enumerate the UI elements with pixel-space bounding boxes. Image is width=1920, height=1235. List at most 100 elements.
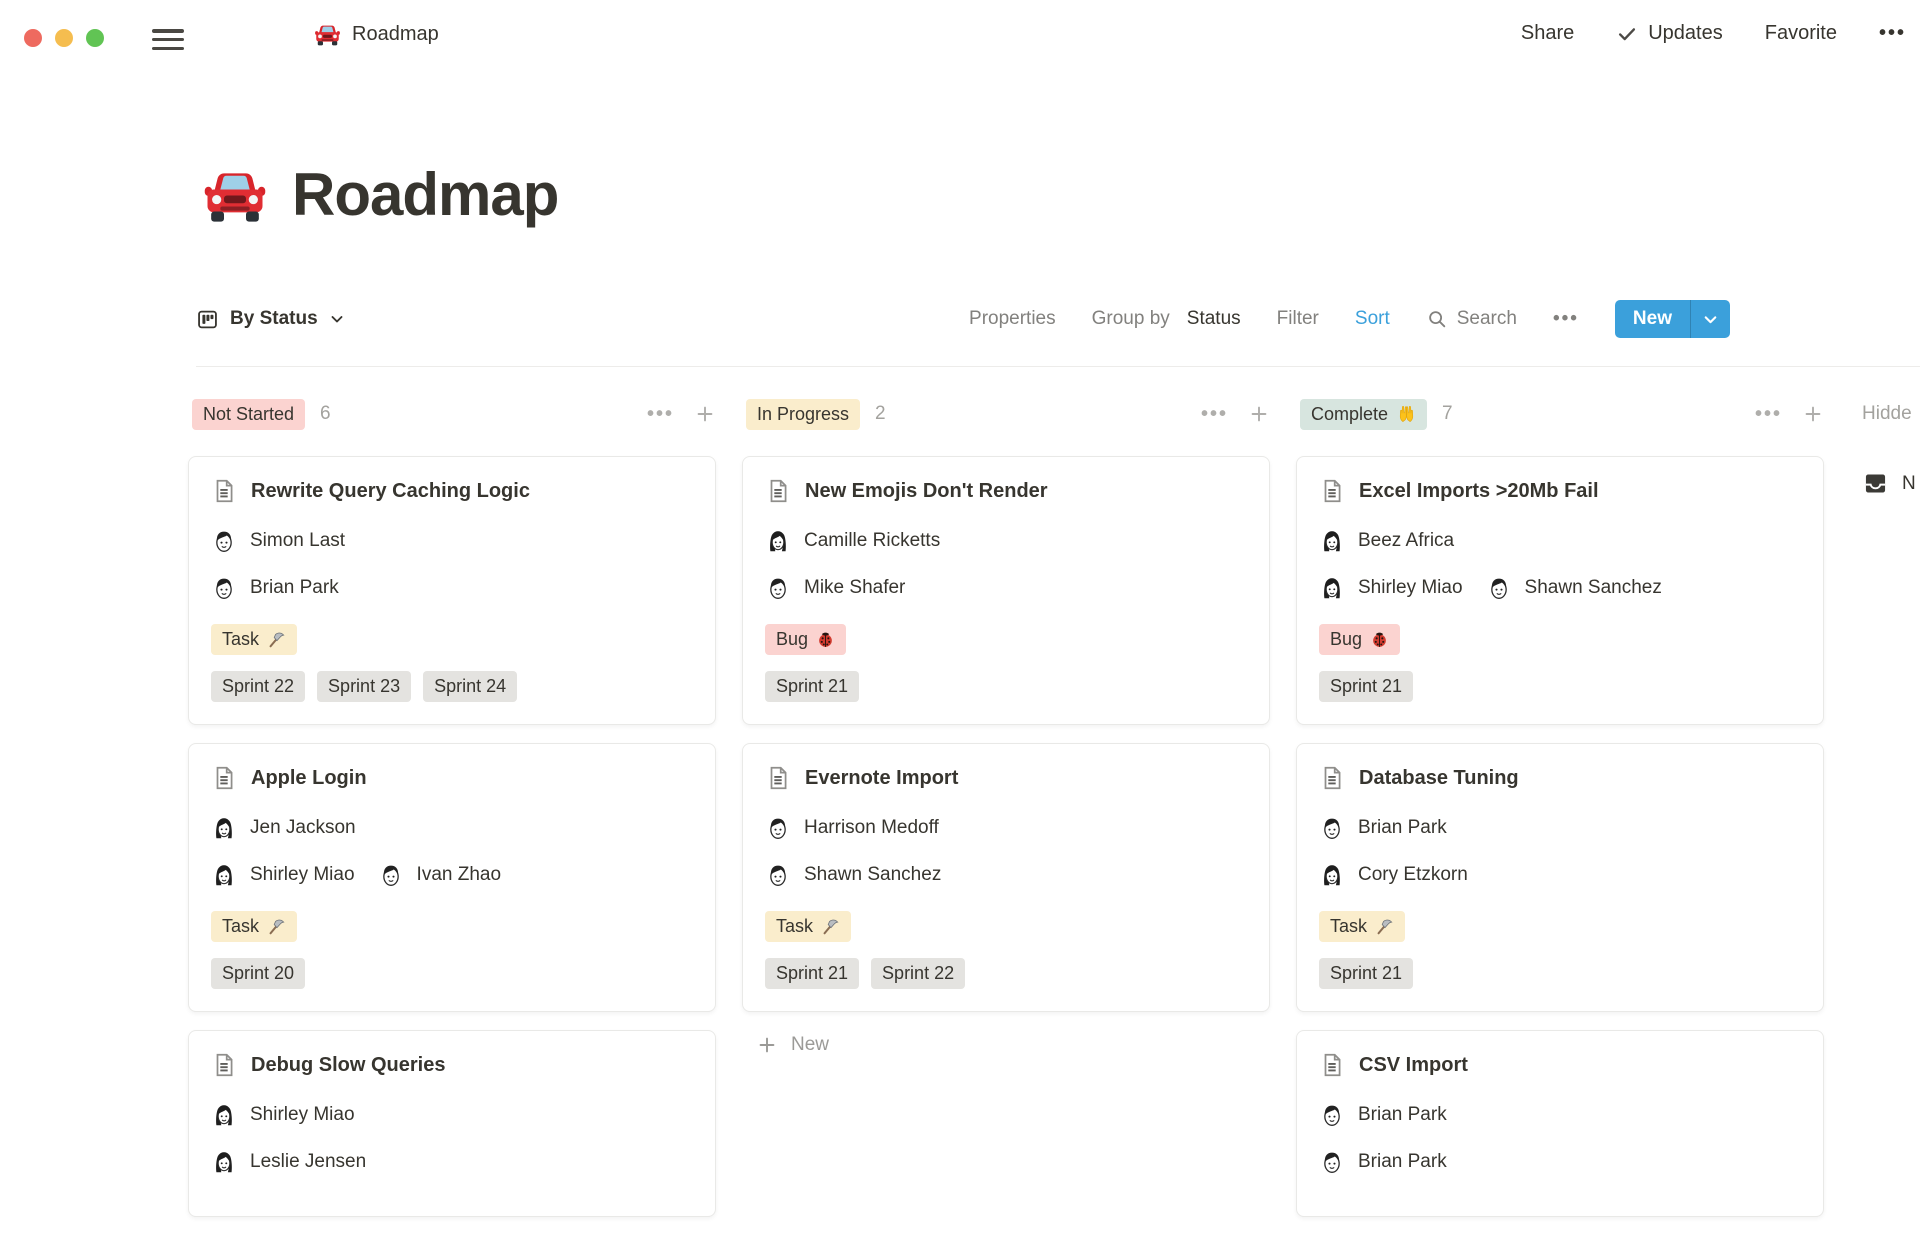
- card-people-row: Camille Ricketts: [765, 526, 1247, 556]
- tag-label: Task: [222, 916, 260, 936]
- view-name: By Status: [230, 308, 318, 329]
- board-card[interactable]: CSV Import Brian Park Brian Park: [1296, 1030, 1824, 1217]
- window-close-button[interactable]: [24, 29, 42, 47]
- sprint-badge: Sprint 20: [211, 958, 306, 989]
- view-switcher[interactable]: By Status: [196, 308, 345, 331]
- column-more-button[interactable]: •••: [1755, 403, 1782, 426]
- back-button[interactable]: path d="M13 4.5 5.5 12l7.5 7.5M6 12h17" …: [211, 24, 238, 48]
- column-add-button[interactable]: [1248, 403, 1270, 425]
- more-options-button[interactable]: •••: [1879, 22, 1906, 45]
- filter-button[interactable]: Filter: [1277, 308, 1319, 330]
- board-card[interactable]: Database Tuning Brian Park Cory Etzkorn Tas…: [1296, 743, 1824, 1012]
- tag-label: Task: [1330, 916, 1368, 936]
- card-people-row: Shirley Miao Ivan Zhao: [211, 860, 693, 890]
- short-hair-avatar-icon: [1319, 1102, 1345, 1128]
- new-button-group: New: [1614, 300, 1730, 338]
- person-name: Shirley Miao: [1358, 577, 1463, 598]
- plus-icon: [756, 1034, 778, 1056]
- sidebar-toggle-button[interactable]: [152, 29, 184, 51]
- group-by-button[interactable]: Group by Status: [1092, 308, 1241, 330]
- ladybug-emoji: [1370, 630, 1389, 649]
- card-title: Apple Login: [251, 766, 367, 789]
- toolbar-controls: Properties Group by Status Filter Sort Se…: [969, 300, 1730, 338]
- window-zoom-button[interactable]: [86, 29, 104, 47]
- page-title: Roadmap: [292, 161, 559, 228]
- page-icon: [1319, 1052, 1345, 1078]
- column-status-badge[interactable]: In Progress: [746, 398, 861, 430]
- column-status-badge[interactable]: Complete: [1300, 398, 1428, 430]
- search-button[interactable]: Search: [1426, 308, 1517, 330]
- short-hair-avatar-icon: [378, 862, 404, 888]
- page-header: Roadmap: [202, 160, 559, 229]
- hidden-column-item[interactable]: N: [1862, 470, 1920, 497]
- hidden-column-label: N: [1902, 472, 1916, 494]
- ladybug-emoji: [816, 630, 835, 649]
- share-button[interactable]: Share: [1521, 22, 1574, 45]
- car-emoji[interactable]: [202, 162, 268, 228]
- card-title: Excel Imports >20Mb Fail: [1359, 479, 1599, 502]
- column-header-actions: •••: [1201, 403, 1270, 426]
- card-tags-row: Task: [1319, 911, 1801, 942]
- properties-button[interactable]: Properties: [969, 308, 1056, 330]
- card-title: Evernote Import: [805, 766, 959, 789]
- car-emoji: [314, 21, 341, 48]
- person-name: Camille Ricketts: [804, 530, 941, 551]
- forward-button[interactable]: path d="M15 4.5 22.5 12 15 19.5M22 12H5"…: [261, 24, 288, 48]
- board-card[interactable]: Apple Login Jen Jackson Shirley Miao Ivan Z…: [188, 743, 716, 1012]
- sprint-badge: Sprint 21: [1319, 958, 1414, 989]
- card-sprints-row: Sprint 21: [1319, 958, 1801, 989]
- column-status-badge[interactable]: Not Started: [192, 398, 306, 430]
- column-more-button[interactable]: •••: [647, 403, 674, 426]
- window-controls: [24, 29, 104, 47]
- card-people-row: Simon Last: [211, 526, 693, 556]
- ellipsis-icon: •••: [1878, 22, 1906, 44]
- page-icon: [211, 1052, 237, 1078]
- card-people-row: Jen Jackson: [211, 813, 693, 843]
- updates-button[interactable]: Updates: [1616, 22, 1723, 45]
- hammer-emoji: [267, 630, 286, 649]
- inbox-icon: [1862, 470, 1889, 497]
- new-button[interactable]: New: [1615, 300, 1690, 338]
- sort-button[interactable]: Sort: [1355, 308, 1390, 330]
- column-more-button[interactable]: •••: [1201, 403, 1228, 426]
- column-header: Complete 7 •••: [1296, 398, 1824, 430]
- column-add-button[interactable]: [1802, 403, 1824, 425]
- kanban-board: Not Started 6 ••• Rewrite Query Caching Log…: [188, 398, 1824, 1235]
- card-people-row: Brian Park: [211, 573, 693, 603]
- board-card[interactable]: Evernote Import Harrison Medoff Shawn Sanc…: [742, 743, 1270, 1012]
- board-card[interactable]: New Emojis Don't Render Camille Ricketts M…: [742, 456, 1270, 725]
- page-icon: [211, 478, 237, 504]
- short-hair-avatar-icon: [765, 862, 791, 888]
- card-people-row: Mike Shafer: [765, 573, 1247, 603]
- long-hair-avatar-icon: [765, 528, 791, 554]
- long-hair-avatar-icon: [211, 1102, 237, 1128]
- long-hair-avatar-icon: [1319, 862, 1345, 888]
- long-hair-avatar-icon: [1319, 528, 1345, 554]
- favorite-button[interactable]: Favorite: [1765, 22, 1837, 45]
- short-hair-avatar-icon: [211, 575, 237, 601]
- card-title: New Emojis Don't Render: [805, 479, 1048, 502]
- person-name: Brian Park: [1358, 1151, 1447, 1172]
- board-view-icon: [196, 308, 219, 331]
- hidden-columns-header: Hidde: [1862, 403, 1912, 424]
- board-column: Not Started 6 ••• Rewrite Query Caching Log…: [188, 398, 716, 1235]
- column-status-label: Not Started: [203, 403, 295, 424]
- board-card[interactable]: Rewrite Query Caching Logic Simon Last Bri…: [188, 456, 716, 725]
- column-new-card-button[interactable]: New: [756, 1034, 1270, 1056]
- window-minimize-button[interactable]: [55, 29, 73, 47]
- person-name: Beez Africa: [1358, 530, 1455, 551]
- column-add-button[interactable]: [694, 403, 716, 425]
- plus-icon: [694, 403, 716, 425]
- board-card[interactable]: Debug Slow Queries Shirley Miao Leslie Jen…: [188, 1030, 716, 1217]
- card-sprints-row: Sprint 21: [765, 671, 1247, 702]
- long-hair-avatar-icon: [1319, 575, 1345, 601]
- person-name: Brian Park: [250, 577, 339, 598]
- breadcrumb[interactable]: Roadmap: [314, 21, 439, 48]
- person-name: Shirley Miao: [250, 864, 355, 885]
- column-header-actions: •••: [647, 403, 716, 426]
- new-dropdown-button[interactable]: [1690, 300, 1730, 338]
- board-columns: Not Started 6 ••• Rewrite Query Caching Log…: [188, 398, 1824, 1235]
- board-column: Complete 7 ••• Excel Imports >20Mb Fail Beez…: [1296, 398, 1824, 1235]
- toolbar-more-button[interactable]: •••: [1553, 308, 1579, 330]
- board-card[interactable]: Excel Imports >20Mb Fail Beez Africa Shirl…: [1296, 456, 1824, 725]
